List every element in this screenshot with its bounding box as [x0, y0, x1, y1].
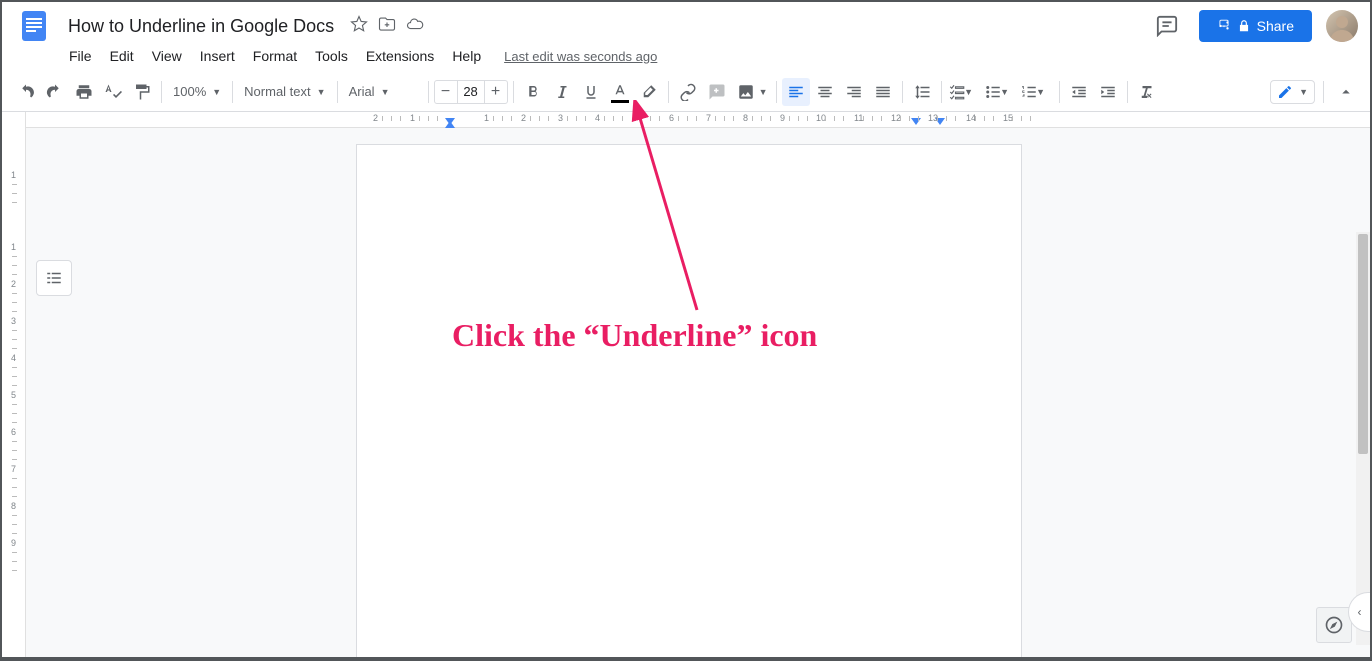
separator [1059, 81, 1060, 103]
insert-image-button[interactable]: ▼ [732, 78, 760, 106]
star-icon[interactable] [350, 15, 368, 38]
menubar: File Edit View Insert Format Tools Exten… [2, 42, 1370, 72]
explore-button[interactable] [1316, 607, 1352, 643]
chevron-down-icon: ▼ [212, 87, 221, 97]
toolbar: 100%▼ Normal text▼ Arial▼ − 28 + ▼ ▼ ▼ [2, 72, 1370, 112]
chevron-down-icon: ▼ [759, 87, 768, 97]
align-justify-button[interactable] [869, 78, 897, 106]
spellcheck-button[interactable] [99, 78, 127, 106]
separator [776, 81, 777, 103]
checklist-button[interactable]: ▼ [947, 78, 975, 106]
paragraph-style-dropdown[interactable]: Normal text▼ [238, 78, 331, 106]
separator [161, 81, 162, 103]
separator [513, 81, 514, 103]
align-center-button[interactable] [811, 78, 839, 106]
chevron-down-icon: ▼ [1000, 87, 1009, 97]
line-spacing-button[interactable] [908, 78, 936, 106]
docs-logo[interactable] [14, 6, 54, 46]
separator [428, 81, 429, 103]
numbered-list-button[interactable]: ▼ [1019, 78, 1047, 106]
highlight-color-button[interactable] [635, 78, 663, 106]
document-outline-button[interactable] [36, 260, 72, 296]
bulleted-list-button[interactable]: ▼ [983, 78, 1011, 106]
vertical-scrollbar[interactable] [1356, 232, 1370, 645]
share-button[interactable]: Share [1199, 10, 1312, 42]
account-avatar[interactable] [1326, 10, 1358, 42]
document-title[interactable]: How to Underline in Google Docs [62, 14, 340, 39]
font-size-increase[interactable]: + [485, 81, 507, 103]
increase-indent-button[interactable] [1094, 78, 1122, 106]
chevron-down-icon: ▼ [964, 87, 973, 97]
print-button[interactable] [70, 78, 98, 106]
document-page[interactable] [356, 144, 1022, 657]
chevron-down-icon: ▼ [381, 87, 390, 97]
align-left-button[interactable] [782, 78, 810, 106]
comment-history-button[interactable] [1149, 8, 1185, 44]
undo-button[interactable] [12, 78, 40, 106]
separator [337, 81, 338, 103]
menu-tools[interactable]: Tools [308, 44, 355, 68]
menu-edit[interactable]: Edit [103, 44, 141, 68]
collapse-toolbar-button[interactable] [1332, 78, 1360, 106]
text-color-button[interactable] [606, 78, 634, 106]
font-size-decrease[interactable]: − [435, 81, 457, 103]
menu-insert[interactable]: Insert [193, 44, 242, 68]
font-dropdown[interactable]: Arial▼ [343, 78, 423, 106]
menu-help[interactable]: Help [445, 44, 488, 68]
separator [1323, 81, 1324, 103]
chevron-down-icon: ▼ [1036, 87, 1045, 97]
separator [668, 81, 669, 103]
redo-button[interactable] [41, 78, 69, 106]
font-size-control: − 28 + [434, 80, 508, 104]
share-label: Share [1257, 18, 1294, 34]
separator [902, 81, 903, 103]
add-comment-button[interactable] [703, 78, 731, 106]
clear-formatting-button[interactable] [1133, 78, 1161, 106]
menu-file[interactable]: File [62, 44, 99, 68]
chevron-down-icon: ▼ [1299, 87, 1308, 97]
chevron-down-icon: ▼ [317, 87, 326, 97]
scrollbar-thumb[interactable] [1358, 234, 1368, 454]
menu-view[interactable]: View [145, 44, 189, 68]
menu-format[interactable]: Format [246, 44, 304, 68]
vertical-ruler: 1123456789 [2, 112, 26, 657]
indent-marker-right[interactable] [911, 118, 921, 125]
separator [941, 81, 942, 103]
paint-format-button[interactable] [128, 78, 156, 106]
align-right-button[interactable] [840, 78, 868, 106]
font-size-input[interactable]: 28 [457, 81, 485, 103]
menu-extensions[interactable]: Extensions [359, 44, 441, 68]
insert-link-button[interactable] [674, 78, 702, 106]
horizontal-ruler[interactable]: 21123456789101112131415 [26, 112, 1370, 128]
cloud-status-icon[interactable] [406, 15, 424, 38]
decrease-indent-button[interactable] [1065, 78, 1093, 106]
underline-button[interactable] [577, 78, 605, 106]
italic-button[interactable] [548, 78, 576, 106]
move-icon[interactable] [378, 15, 396, 38]
zoom-dropdown[interactable]: 100%▼ [167, 78, 227, 106]
bold-button[interactable] [519, 78, 547, 106]
first-line-indent-marker[interactable] [445, 121, 455, 128]
last-edit-link[interactable]: Last edit was seconds ago [504, 49, 657, 64]
editing-mode-button[interactable]: ▼ [1270, 80, 1315, 104]
separator [232, 81, 233, 103]
separator [1127, 81, 1128, 103]
